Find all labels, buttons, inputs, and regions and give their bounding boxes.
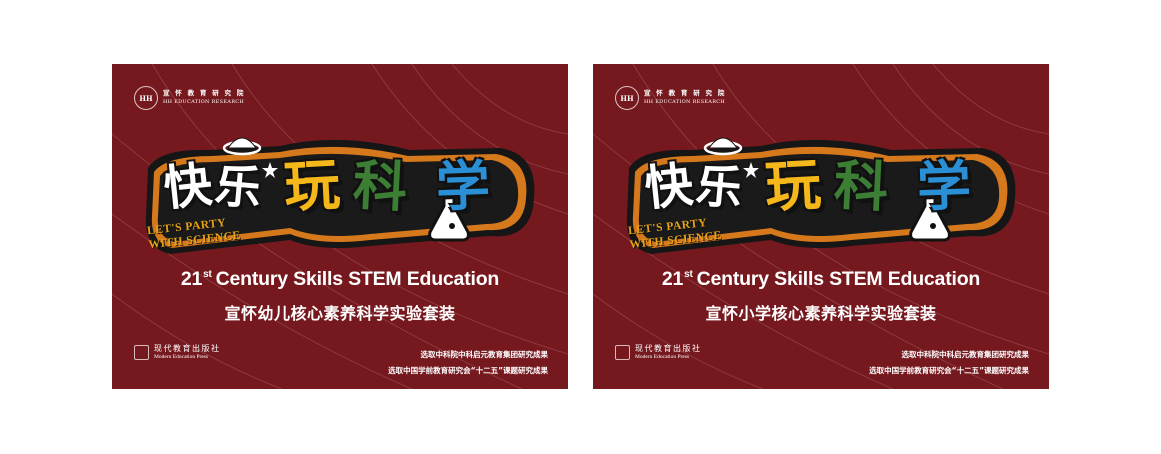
title-text: Century Skills STEM Education bbox=[696, 268, 981, 290]
publisher-name-cn: 现代教育出版社 bbox=[154, 344, 221, 353]
product-card-primary: HH 宣 怀 教 育 研 究 院 HH EDUCATION RESEARCH 快… bbox=[593, 64, 1049, 389]
publisher-logo: 现代教育出版社 Modern Education Press bbox=[134, 344, 221, 361]
publisher-logo: 现代教育出版社 Modern Education Press bbox=[615, 344, 702, 361]
logo-char-3: 玩 bbox=[763, 152, 823, 221]
org-logo: HH 宣 怀 教 育 研 究 院 HH EDUCATION RESEARCH bbox=[134, 86, 245, 110]
title-superscript: st bbox=[684, 269, 693, 280]
note-line-2: 选取中国学前教育研究会“十二五”课题研究成果 bbox=[869, 366, 1029, 375]
org-name-en: HH EDUCATION RESEARCH bbox=[644, 99, 726, 105]
publisher-name-en: Modern Education Press bbox=[635, 354, 690, 360]
publisher-name-en: Modern Education Press bbox=[154, 354, 209, 360]
publisher-seal-icon bbox=[134, 345, 149, 360]
subtitle-cn: 宣怀小学核心素养科学实验套装 bbox=[705, 304, 937, 323]
org-name-cn: 宣 怀 教 育 研 究 院 bbox=[644, 90, 727, 97]
title-number: 21 bbox=[180, 268, 203, 290]
research-notes: 选取中科院中科启元教育集团研究成果 选取中国学前教育研究会“十二五”课题研究成果 bbox=[869, 347, 1029, 379]
institute-seal-icon: HH bbox=[615, 86, 639, 110]
publisher-name-cn: 现代教育出版社 bbox=[635, 344, 702, 353]
research-notes: 选取中科院中科启元教育集团研究成果 选取中国学前教育研究会“十二五”课题研究成果 bbox=[388, 347, 548, 379]
brand-logo: 快 乐 玩 科 学 LET'S PARTY WITH SCIENCE bbox=[140, 128, 540, 258]
publisher-seal-icon bbox=[615, 345, 630, 360]
title-en: 21st Century Skills STEM Education bbox=[112, 268, 568, 291]
note-line-1: 选取中科院中科启元教育集团研究成果 bbox=[901, 350, 1030, 359]
subtitle-cn: 宣怀幼儿核心素养科学实验套装 bbox=[224, 304, 456, 323]
product-card-preschool: HH 宣 怀 教 育 研 究 院 HH EDUCATION RESEARCH 快… bbox=[112, 64, 568, 389]
logo-char-5: 学 bbox=[915, 154, 973, 219]
brand-logo: 快 乐 玩 科 学 LET'S PARTY WITH SCIENCE bbox=[621, 128, 1021, 258]
org-name-en: HH EDUCATION RESEARCH bbox=[163, 99, 245, 105]
title-superscript: st bbox=[203, 269, 212, 280]
institute-seal-icon: HH bbox=[134, 86, 158, 110]
org-name-cn: 宣 怀 教 育 研 究 院 bbox=[163, 90, 246, 97]
note-line-2: 选取中国学前教育研究会“十二五”课题研究成果 bbox=[388, 366, 548, 375]
logo-char-4: 科 bbox=[351, 153, 409, 220]
logo-char-4: 科 bbox=[832, 153, 890, 220]
logo-char-5: 学 bbox=[434, 154, 492, 219]
org-logo: HH 宣 怀 教 育 研 究 院 HH EDUCATION RESEARCH bbox=[615, 86, 726, 110]
title-number: 21 bbox=[661, 268, 684, 290]
logo-char-3: 玩 bbox=[282, 152, 342, 221]
note-line-1: 选取中科院中科启元教育集团研究成果 bbox=[420, 350, 549, 359]
title-text: Century Skills STEM Education bbox=[215, 268, 500, 290]
title-en: 21st Century Skills STEM Education bbox=[593, 268, 1049, 291]
